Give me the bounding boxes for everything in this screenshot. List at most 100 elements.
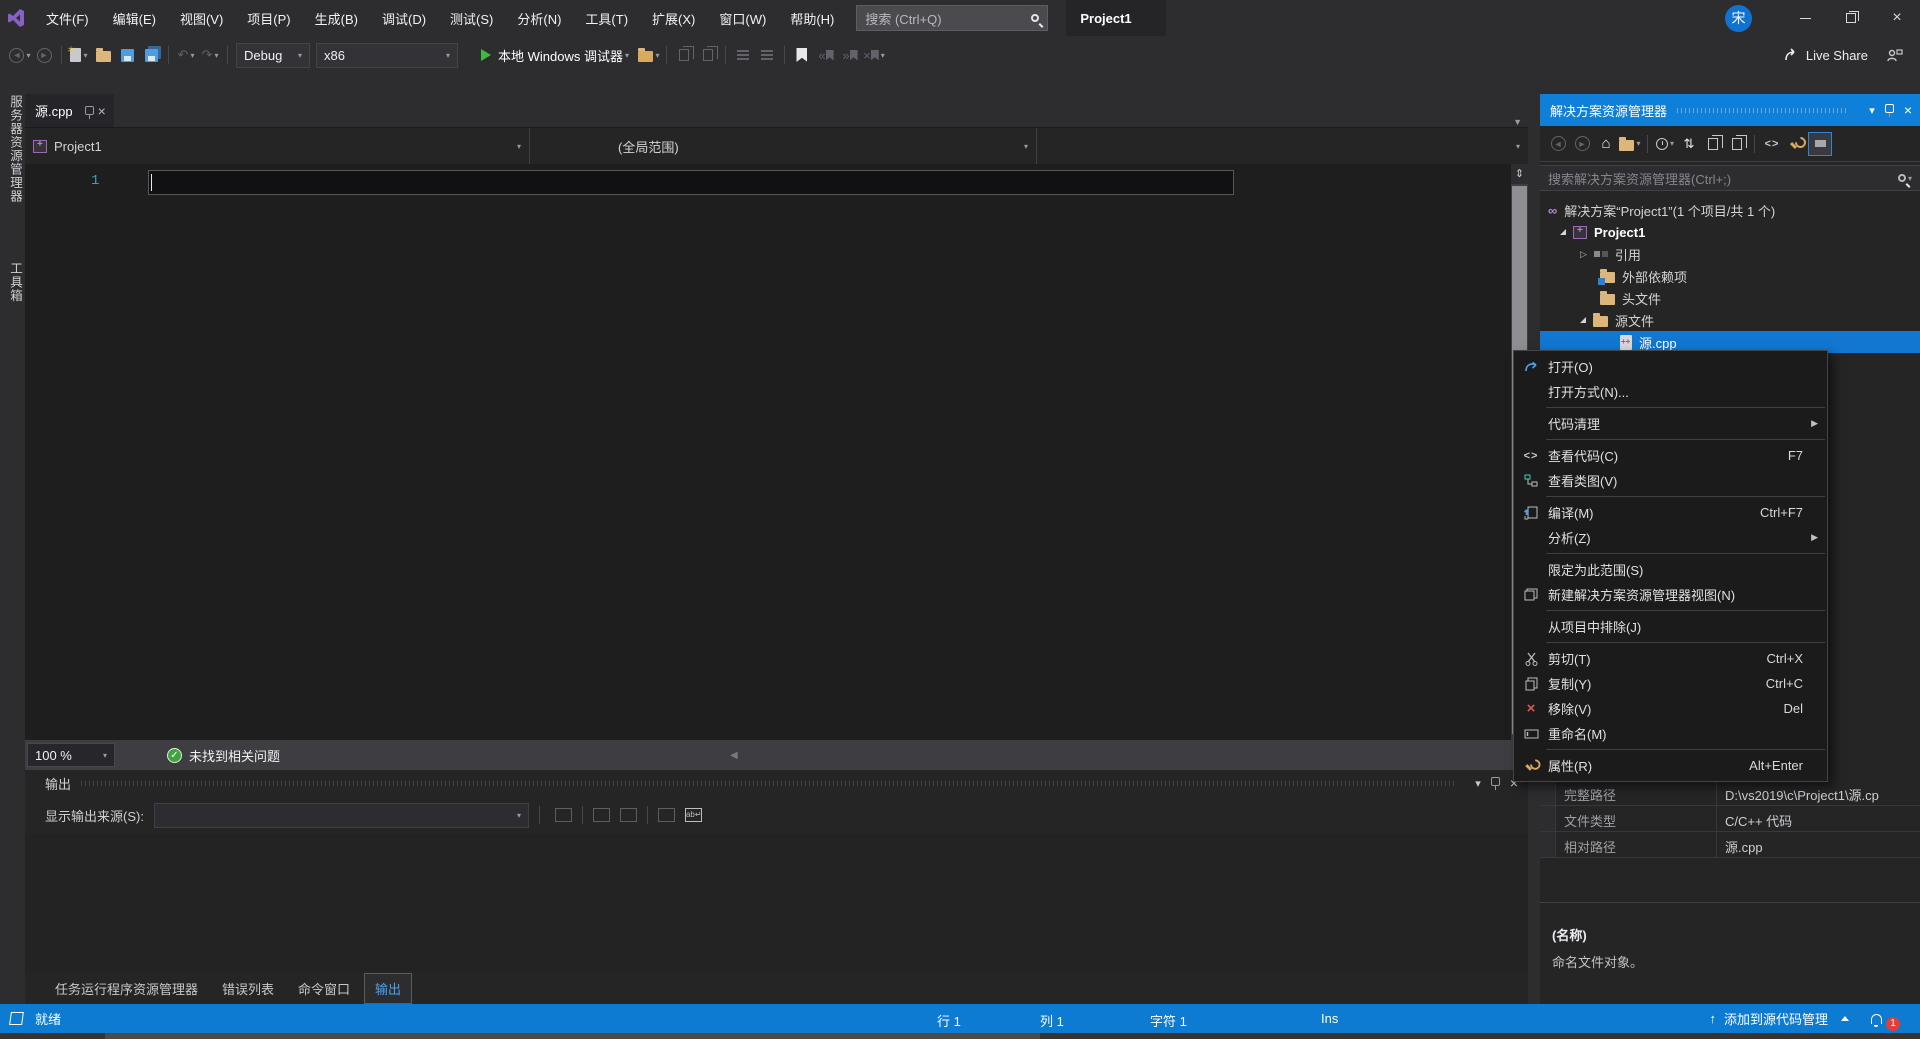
menu-item-compile[interactable]: 编译(M) Ctrl+F7 [1514, 500, 1827, 525]
undo-button[interactable]: ↶▾ [175, 43, 197, 67]
tree-item-solution[interactable]: ∞ 解决方案“Project1”(1 个项目/共 1 个) [1540, 199, 1920, 221]
menu-item-view-code[interactable]: <> 查看代码(C) F7 [1514, 443, 1827, 468]
pin-icon[interactable] [1885, 104, 1894, 116]
menu-item-analyze[interactable]: 分析(Z) ▶ [1514, 525, 1827, 550]
zoom-level-dropdown[interactable]: 100 %▾ [27, 743, 115, 767]
type-scope-dropdown[interactable]: (全局范围)▾ [530, 128, 1037, 164]
background-tasks-icon[interactable] [9, 1012, 24, 1025]
solution-explorer-search-box[interactable]: 搜索解决方案资源管理器(Ctrl+;) ▾ [1540, 165, 1920, 191]
navigate-forward-button[interactable]: ► [33, 43, 55, 67]
window-position-dropdown-icon[interactable]: ▾ [1869, 104, 1875, 117]
tree-item-project1[interactable]: Project1 [1540, 221, 1920, 243]
find-in-files-button[interactable] [673, 43, 695, 67]
menu-build[interactable]: 生成(B) [303, 0, 370, 36]
menu-item-view-class-diagram[interactable]: 查看类图(V) [1514, 468, 1827, 493]
menu-item-code-cleanup[interactable]: 代码清理 ▶ [1514, 411, 1827, 436]
menu-item-open[interactable]: 打开(O) [1514, 354, 1827, 379]
tree-item-source-files[interactable]: 源文件 [1540, 309, 1920, 331]
sidebar-tab-server-explorer[interactable]: 服务器资源管理器 [0, 95, 25, 203]
word-wrap-icon[interactable]: ab↵ [685, 808, 702, 822]
expanded-arrow-icon[interactable] [1560, 229, 1566, 235]
code-editor[interactable]: 1 ⇕ [25, 164, 1528, 740]
menu-item-remove[interactable]: × 移除(V) Del [1514, 696, 1827, 721]
save-button[interactable] [116, 43, 138, 67]
menu-item-scope-to-this[interactable]: 限定为此范围(S) [1514, 557, 1827, 582]
split-editor-handle[interactable]: ⇕ [1511, 164, 1528, 184]
switch-views-button[interactable]: ▾ [1618, 132, 1642, 156]
restore-button[interactable] [1828, 0, 1874, 36]
tab-close-icon[interactable]: × [98, 104, 106, 118]
menu-item-copy[interactable]: 复制(Y) Ctrl+C [1514, 671, 1827, 696]
menu-item-properties[interactable]: 属性(R) Alt+Enter [1514, 753, 1827, 778]
pin-icon[interactable] [85, 106, 94, 115]
project-scope-dropdown[interactable]: Project1▾ [25, 128, 530, 164]
performance-profiler-button[interactable]: ▾ [638, 43, 660, 67]
tab-source-cpp[interactable]: 源.cpp × [25, 94, 114, 127]
pin-icon[interactable] [1491, 777, 1500, 789]
tab-command-window[interactable]: 命令窗口 [288, 974, 360, 1003]
quick-search-box[interactable]: 搜索 (Ctrl+Q) [856, 5, 1048, 31]
tab-output[interactable]: 输出 [364, 973, 412, 1004]
menu-item-rename[interactable]: 重命名(M) [1514, 721, 1827, 746]
account-avatar[interactable]: 宋 [1725, 5, 1752, 32]
attach-to-process-button[interactable] [697, 43, 719, 67]
solution-explorer-header[interactable]: 解决方案资源管理器 ▾ × [1540, 94, 1920, 126]
property-row-relative-path[interactable]: 相对路径 源.cpp [1540, 832, 1920, 858]
tab-error-list[interactable]: 错误列表 [212, 974, 284, 1003]
forward-button[interactable]: ► [1570, 132, 1594, 156]
previous-bookmark-button[interactable]: « [815, 43, 837, 67]
start-debugging-button[interactable]: 本地 Windows 调试器▾ [473, 42, 637, 68]
horizontal-scroll-left-icon[interactable]: ◀ [730, 750, 738, 761]
new-project-button[interactable]: ▾ [68, 43, 90, 67]
sidebar-tab-toolbox[interactable]: 工具箱 [0, 262, 25, 303]
add-to-source-control-button[interactable]: 添加到源代码管理 [1724, 1009, 1828, 1028]
menu-debug[interactable]: 调试(D) [370, 0, 438, 36]
open-file-button[interactable] [92, 43, 114, 67]
sync-with-active-document-icon[interactable]: ⇅ [1677, 132, 1701, 156]
save-all-button[interactable] [140, 43, 162, 67]
tree-item-header-files[interactable]: 头文件 [1540, 287, 1920, 309]
back-button[interactable]: ◄ [1546, 132, 1570, 156]
clear-all-icon[interactable] [658, 808, 675, 822]
menu-window[interactable]: 窗口(W) [707, 0, 778, 36]
menu-item-exclude-from-project[interactable]: 从项目中排除(J) [1514, 614, 1827, 639]
redo-button[interactable]: ↷▾ [199, 43, 221, 67]
minimize-button[interactable] [1782, 0, 1828, 36]
menu-edit[interactable]: 编辑(E) [101, 0, 168, 36]
menu-file[interactable]: 文件(F) [34, 0, 101, 36]
menu-item-new-solution-explorer-view[interactable]: 新建解决方案资源管理器视图(N) [1514, 582, 1827, 607]
collapsed-arrow-icon[interactable]: ▷ [1580, 249, 1587, 260]
menu-extensions[interactable]: 扩展(X) [640, 0, 707, 36]
menu-item-cut[interactable]: 剪切(T) Ctrl+X [1514, 646, 1827, 671]
next-message-icon[interactable] [620, 808, 637, 822]
navigate-back-button[interactable]: ◄▾ [9, 43, 31, 67]
property-row-full-path[interactable]: 完整路径 D:\vs2019\c\Project1\源.cp [1540, 780, 1920, 806]
solution-platform-dropdown[interactable]: x86▾ [316, 43, 458, 68]
output-source-dropdown[interactable]: ▾ [154, 803, 529, 828]
feedback-button[interactable] [1878, 48, 1912, 62]
close-button[interactable]: × [1874, 0, 1920, 36]
menu-tools[interactable]: 工具(T) [573, 0, 640, 36]
properties-icon[interactable] [1784, 132, 1808, 156]
live-share-button[interactable]: Live Share [1774, 48, 1878, 63]
close-icon[interactable]: × [1904, 102, 1912, 118]
source-control-menu-icon[interactable] [1841, 1016, 1849, 1021]
menu-help[interactable]: 帮助(H) [778, 0, 846, 36]
menu-analyze[interactable]: 分析(N) [505, 0, 573, 36]
document-list-dropdown-icon[interactable]: ▼ [1513, 117, 1522, 127]
tab-task-runner-explorer[interactable]: 任务运行程序资源管理器 [45, 974, 208, 1003]
preview-selected-items-toggle[interactable] [1808, 132, 1832, 156]
expanded-arrow-icon[interactable] [1580, 317, 1586, 323]
pending-changes-filter-button[interactable]: ▾ [1653, 132, 1677, 156]
tree-item-external-dependencies[interactable]: 外部依赖项 [1540, 265, 1920, 287]
output-panel-header[interactable]: 输出 ▾ × [25, 770, 1528, 796]
menu-project[interactable]: 项目(P) [235, 0, 302, 36]
solution-configuration-dropdown[interactable]: Debug▾ [236, 43, 310, 68]
property-row-file-type[interactable]: 文件类型 C/C++ 代码 [1540, 806, 1920, 832]
previous-message-icon[interactable] [593, 808, 610, 822]
output-content[interactable] [25, 834, 1528, 972]
goto-message-icon[interactable] [555, 808, 572, 822]
toggle-bookmark-button[interactable] [791, 43, 813, 67]
member-scope-dropdown[interactable]: ▾ [1037, 128, 1528, 164]
collapse-all-icon[interactable] [1701, 132, 1725, 156]
